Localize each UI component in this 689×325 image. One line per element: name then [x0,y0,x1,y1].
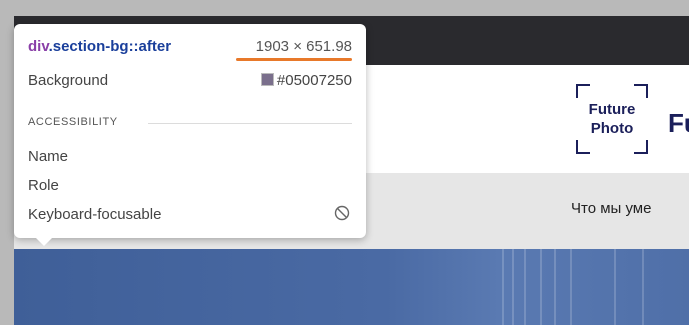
size-highlight-underline [236,58,352,61]
hero-light-ray [540,249,542,325]
background-value: #05007250 [260,72,352,89]
hero-light-ray [512,249,514,325]
hero-light-ray [642,249,644,325]
name-label: Name [28,148,69,165]
keyboard-focusable-label: Keyboard-focusable [28,206,162,223]
inspector-tooltip: div.section-bg::after 1903 × 651.98 Back… [14,24,366,246]
selector-tag: div [28,38,49,55]
element-size: 1903 × 651.98 [255,38,352,55]
section-divider [148,123,352,124]
brand-name[interactable]: Fu [668,108,689,139]
nav-item-services[interactable]: Что мы уме [571,200,651,217]
logo-corner [576,84,590,98]
hero-light-ray [554,249,556,325]
not-focusable-icon [334,205,350,221]
hero-light-ray [614,249,616,325]
hero-light-ray [502,249,504,325]
selector-class: .section-bg::after [48,38,172,55]
logo-text: Future Photo [576,100,648,138]
element-selector: div.section-bg::after [28,38,171,55]
hero-light-ray [570,249,572,325]
accessibility-heading: ACCESSIBILITY [28,116,118,128]
logo-line-1: Future [588,101,636,118]
hero-section-bg [14,249,689,325]
background-value-text: #05007250 [276,72,352,89]
logo-corner [576,140,590,154]
logo-corner [634,84,648,98]
logo-line-2: Photo [590,120,634,137]
logo-corner [634,140,648,154]
color-swatch-icon [260,73,274,86]
role-label: Role [28,177,59,194]
site-logo[interactable]: Future Photo [576,84,648,154]
hero-light-ray [524,249,526,325]
background-label: Background [28,72,109,89]
